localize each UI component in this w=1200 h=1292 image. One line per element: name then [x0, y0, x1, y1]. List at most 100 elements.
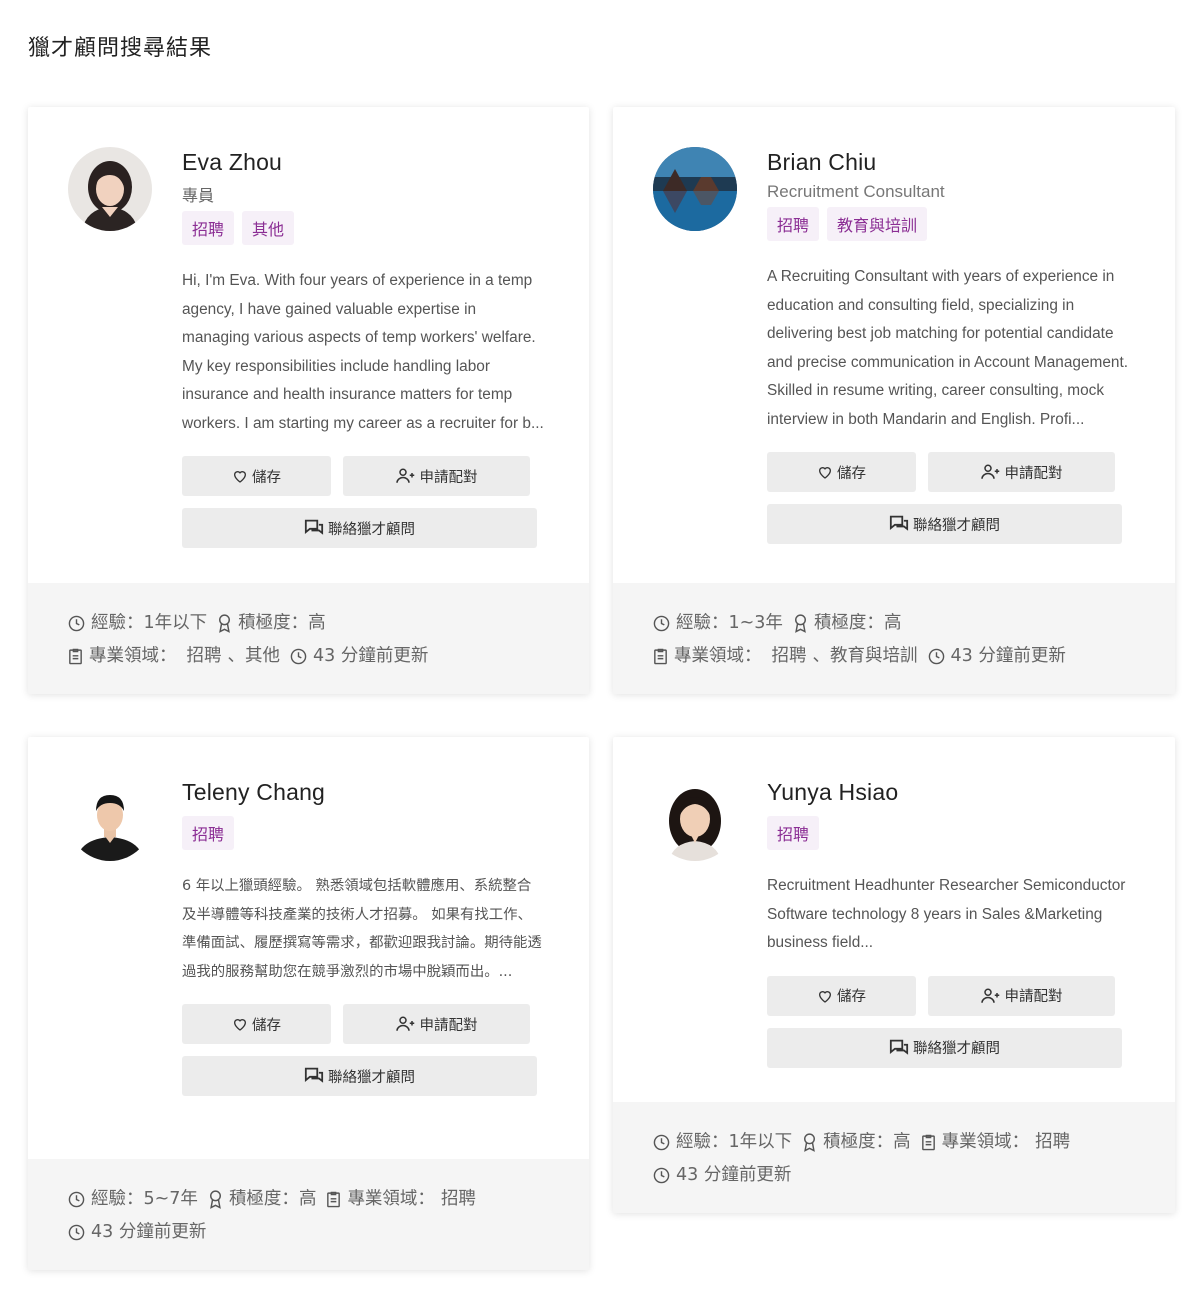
updated-time: 43 分鐘前更新	[313, 646, 429, 666]
field-value: 其他	[245, 646, 280, 666]
avatar[interactable]	[68, 777, 152, 861]
field-label: 專業領域：	[347, 1189, 435, 1209]
consultant-card: Eva Zhou 專員 招聘 其他 Hi, I'm Eva. With four…	[28, 107, 589, 694]
consultant-bio: A Recruiting Consultant with years of ex…	[767, 268, 1129, 428]
clock-icon	[68, 1224, 85, 1241]
clock-icon	[290, 648, 307, 665]
activity-value: 高	[883, 613, 902, 633]
consultant-bio: 6 年以上獵頭經驗。 熟悉領域包括軟體應用、系統整合及半導體等科技產業的技術人才…	[182, 878, 542, 980]
field-value: 教育與培訓	[830, 646, 918, 666]
award-icon	[793, 614, 808, 633]
experience-label: 經驗：	[91, 613, 144, 633]
award-icon	[217, 614, 232, 633]
experience-value: 1年以下	[728, 1132, 793, 1152]
contact-label: 聯絡獵才顧問	[328, 521, 415, 538]
consultant-bio: Hi, I'm Eva. With four years of experien…	[182, 272, 544, 432]
clipboard-icon	[653, 648, 668, 665]
updated-time: 43 分鐘前更新	[950, 646, 1066, 666]
field-label: 專業領域：	[89, 646, 177, 666]
clipboard-icon	[326, 1191, 341, 1208]
save-label: 儲存	[252, 469, 281, 486]
chat-icon	[889, 515, 909, 533]
save-button[interactable]: 儲存	[767, 452, 916, 492]
field-value: 招聘	[1035, 1132, 1071, 1152]
match-request-button[interactable]: 申請配對	[928, 452, 1115, 492]
chat-icon	[889, 1039, 909, 1057]
consultant-name: Teleny Chang	[182, 779, 326, 805]
specialty-tag: 招聘	[182, 816, 235, 850]
experience-value: 1~3年	[728, 613, 783, 633]
save-button[interactable]: 儲存	[182, 456, 331, 496]
match-label: 申請配對	[419, 1017, 478, 1034]
heart-icon	[232, 1016, 248, 1032]
experience-label: 經驗：	[676, 1132, 729, 1152]
page-title: 獵才顧問搜尋結果	[28, 36, 213, 61]
updated-time: 43 分鐘前更新	[91, 1222, 207, 1242]
card-footer: 經驗： 1年以下 積極度：高 專業領域： 招聘、 其他 43 分鐘前更新	[28, 583, 589, 694]
chat-icon	[304, 519, 324, 537]
avatar[interactable]	[653, 777, 737, 861]
clock-icon	[653, 1167, 670, 1184]
consultant-name: Yunya Hsiao	[767, 779, 899, 805]
contact-consultant-button[interactable]: 聯絡獵才顧問	[767, 1027, 1122, 1068]
match-label: 申請配對	[1004, 465, 1063, 482]
match-request-button[interactable]: 申請配對	[343, 456, 530, 496]
avatar[interactable]	[653, 147, 737, 231]
clock-icon	[68, 1191, 85, 1208]
save-button[interactable]: 儲存	[182, 1004, 331, 1044]
contact-consultant-button[interactable]: 聯絡獵才顧問	[767, 504, 1122, 544]
activity-label: 積極度：	[823, 1132, 894, 1152]
consultant-card: Teleny Chang 招聘 6 年以上獵頭經驗。 熟悉領域包括軟體應用、系統…	[28, 737, 589, 1270]
contact-label: 聯絡獵才顧問	[913, 517, 1000, 534]
user-plus-icon	[980, 463, 1001, 481]
match-label: 申請配對	[419, 469, 478, 486]
save-label: 儲存	[837, 465, 866, 482]
avatar[interactable]	[68, 147, 152, 231]
save-label: 儲存	[252, 1017, 281, 1034]
experience-value: 5~7年	[143, 1189, 198, 1209]
user-plus-icon	[980, 987, 1001, 1005]
experience-label: 經驗：	[676, 613, 729, 633]
field-label: 專業領域：	[674, 646, 762, 666]
user-plus-icon	[395, 467, 416, 485]
field-label: 專業領域：	[941, 1132, 1030, 1152]
chat-icon	[304, 1067, 324, 1085]
activity-label: 積極度：	[228, 1189, 299, 1209]
heart-icon	[232, 468, 248, 484]
consultant-name: Brian Chiu	[767, 149, 877, 175]
contact-consultant-button[interactable]: 聯絡獵才顧問	[182, 508, 537, 548]
match-label: 申請配對	[1004, 989, 1063, 1005]
clock-icon	[68, 615, 85, 632]
clipboard-icon	[921, 1134, 936, 1151]
award-icon	[802, 1133, 817, 1152]
activity-value: 高	[308, 613, 326, 633]
activity-label: 積極度：	[813, 613, 884, 633]
clock-icon	[653, 615, 670, 632]
match-request-button[interactable]: 申請配對	[343, 1004, 530, 1044]
activity-value: 高	[893, 1132, 911, 1152]
updated-time: 43 分鐘前更新	[676, 1165, 792, 1185]
consultant-card: Yunya Hsiao 招聘 Recruitment Headhunter Re…	[613, 737, 1175, 1213]
field-separator: 、	[227, 646, 246, 666]
clipboard-icon	[68, 648, 83, 665]
specialty-tag: 招聘	[767, 207, 820, 241]
heart-icon	[817, 464, 833, 480]
card-footer: 經驗： 1年以下 積極度：高 專業領域： 招聘 43 分鐘前更新	[613, 1102, 1175, 1213]
consultant-bio: Recruitment Headhunter Researcher Semico…	[767, 877, 1126, 951]
consultant-role: Recruitment Consultant	[767, 182, 945, 201]
specialty-tag: 招聘	[767, 816, 820, 850]
specialty-tag: 招聘	[182, 211, 235, 245]
field-value: 招聘	[440, 1189, 476, 1209]
experience-label: 經驗：	[91, 1189, 144, 1209]
contact-consultant-button[interactable]: 聯絡獵才顧問	[182, 1056, 537, 1096]
card-footer: 經驗： 1~3年 積極度：高 專業領域： 招聘、 教育與培訓 43 分鐘前更新	[613, 583, 1175, 694]
save-button[interactable]: 儲存	[767, 975, 916, 1016]
award-icon	[208, 1190, 223, 1209]
specialty-tag: 其他	[242, 211, 295, 245]
consultant-card: Brian Chiu Recruitment Consultant 招聘 教育與…	[613, 107, 1175, 694]
match-request-button[interactable]: 申請配對	[928, 975, 1115, 1016]
activity-label: 積極度：	[238, 613, 309, 633]
activity-value: 高	[298, 1189, 317, 1209]
contact-label: 聯絡獵才顧問	[328, 1069, 415, 1086]
user-plus-icon	[395, 1015, 416, 1033]
